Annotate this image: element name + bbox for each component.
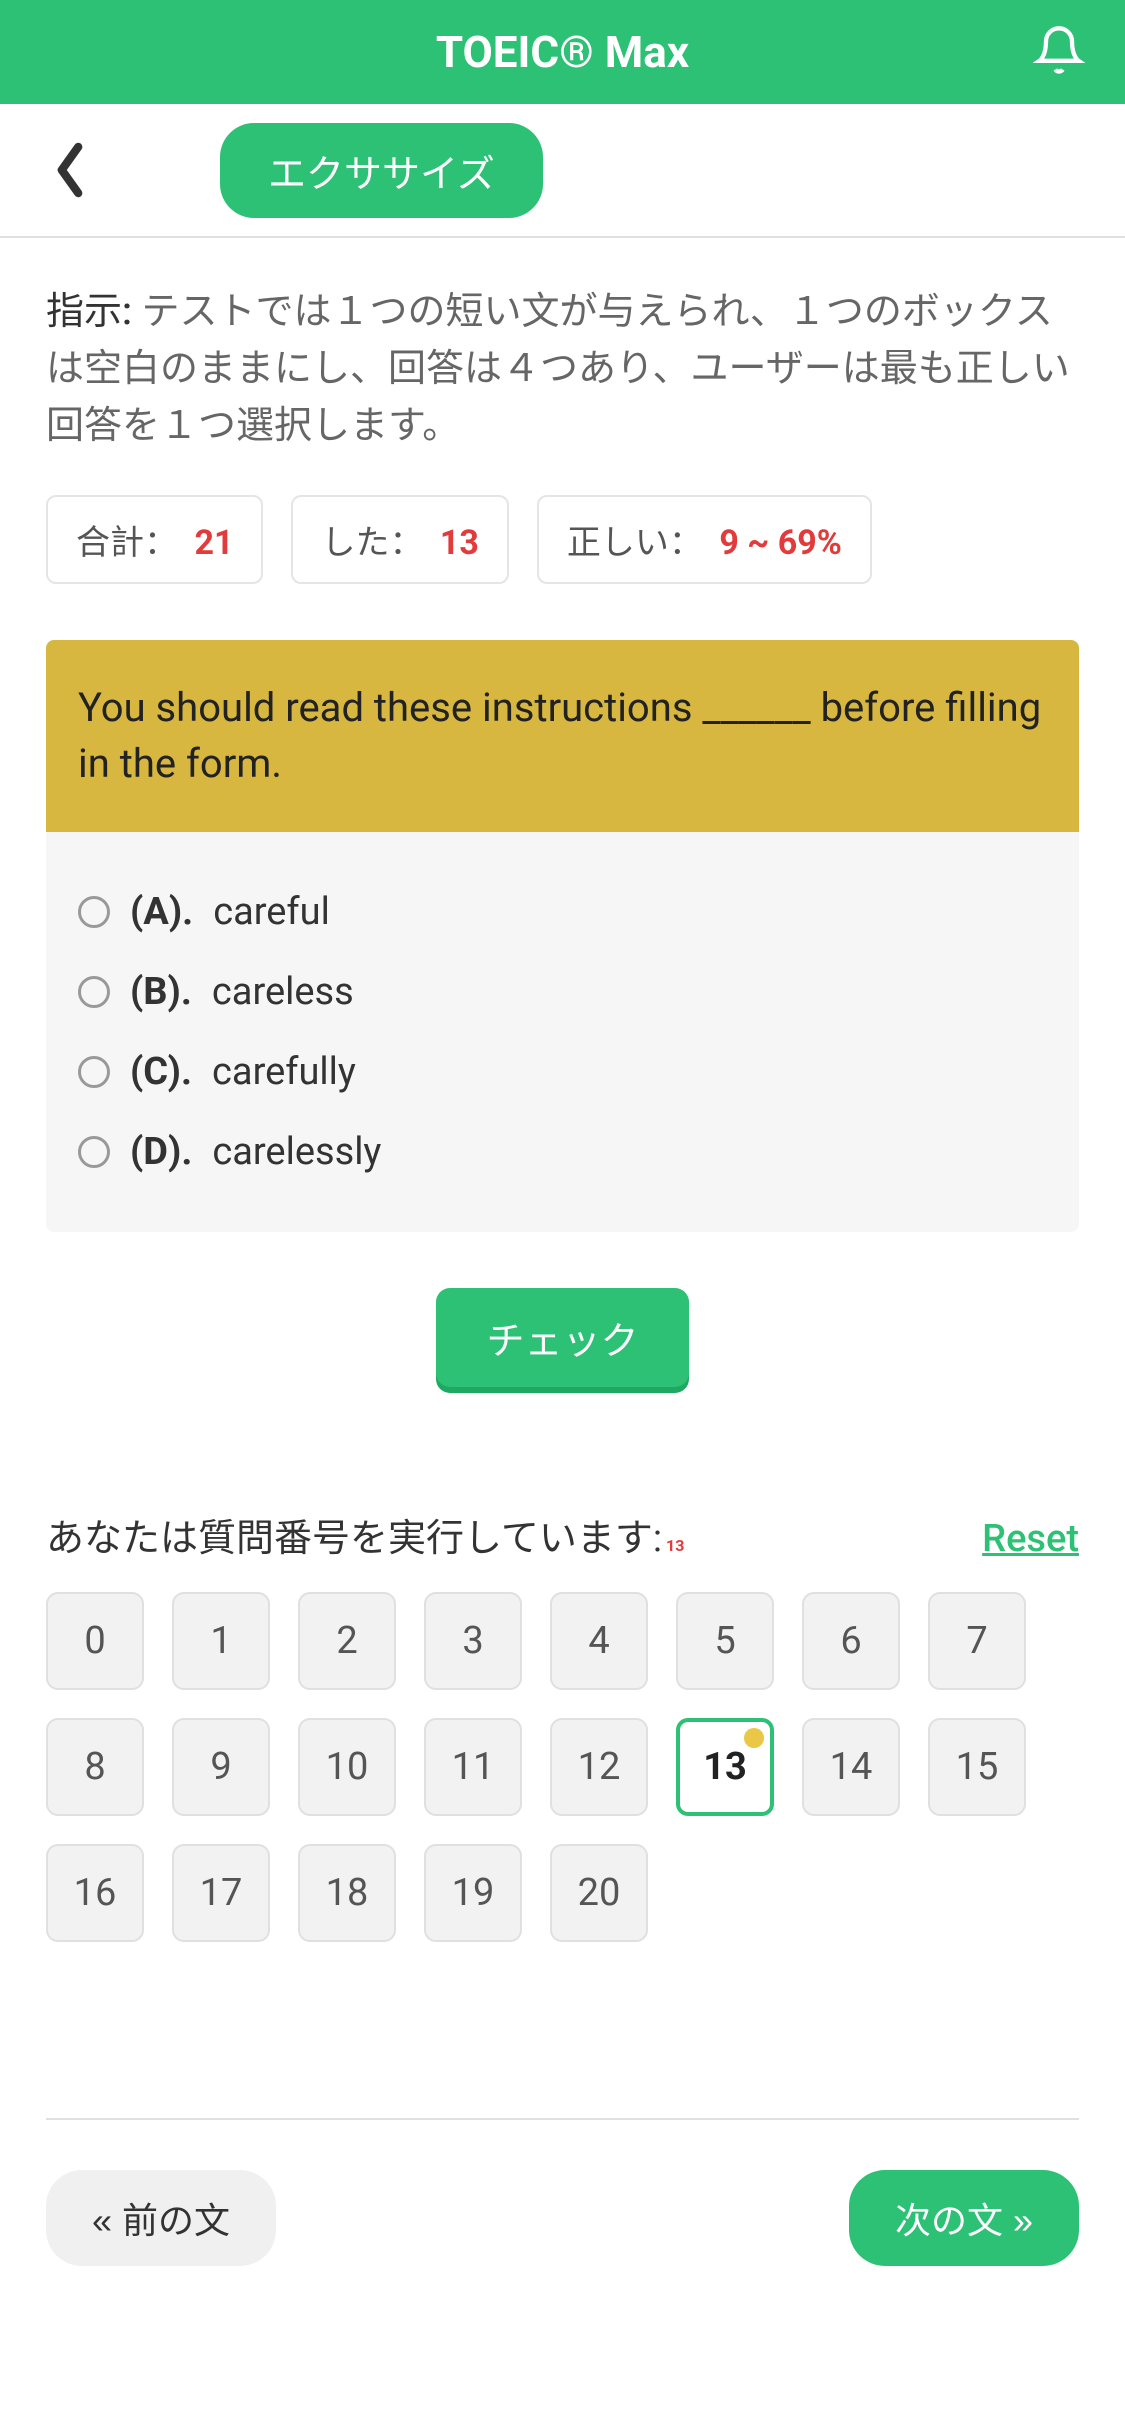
- stat-correct: 正しい： 9 ~ 69%: [537, 495, 872, 584]
- next-button[interactable]: 次の文 »: [849, 2170, 1079, 2266]
- number-box-12[interactable]: 12: [550, 1718, 648, 1816]
- answer-option-d[interactable]: (D). carelessly: [78, 1112, 1047, 1192]
- radio-icon: [78, 1056, 110, 1088]
- answer-letter: (B).: [130, 970, 192, 1014]
- nav-bar: エクササイズ: [0, 104, 1125, 238]
- number-box-16[interactable]: 16: [46, 1844, 144, 1942]
- back-icon[interactable]: [50, 137, 90, 203]
- question-number-label: あなたは質問番号を実行しています:: [46, 1517, 662, 1561]
- answer-option-c[interactable]: (C). carefully: [78, 1032, 1047, 1112]
- main-content: 指示: テストでは１つの短い文が与えられ、１つのボックスは空白のままにし、回答は…: [0, 238, 1125, 2312]
- question-number-current: 13: [666, 1536, 684, 1555]
- number-box-9[interactable]: 9: [172, 1718, 270, 1816]
- bottom-nav: « 前の文 次の文 »: [46, 2118, 1079, 2266]
- instructions-body: テストでは１つの短い文が与えられ、１つのボックスは空白のままにし、回答は４つあり…: [46, 290, 1070, 448]
- answer-text: carelessly: [212, 1130, 381, 1174]
- number-box-20[interactable]: 20: [550, 1844, 648, 1942]
- app-header: TOEIC® Max: [0, 0, 1125, 104]
- number-box-3[interactable]: 3: [424, 1592, 522, 1690]
- answer-option-b[interactable]: (B). careless: [78, 952, 1047, 1032]
- number-box-17[interactable]: 17: [172, 1844, 270, 1942]
- question-container: You should read these instructions _____…: [46, 640, 1079, 1232]
- number-box-14[interactable]: 14: [802, 1718, 900, 1816]
- answer-letter: (C).: [130, 1050, 192, 1094]
- number-box-2[interactable]: 2: [298, 1592, 396, 1690]
- prev-button[interactable]: « 前の文: [46, 2170, 276, 2266]
- radio-icon: [78, 896, 110, 928]
- number-box-15[interactable]: 15: [928, 1718, 1026, 1816]
- exercise-button[interactable]: エクササイズ: [220, 123, 543, 218]
- number-grid: 01234567891011121314151617181920: [46, 1592, 1079, 1942]
- stats-row: 合計： 21 した： 13 正しい： 9 ~ 69%: [46, 495, 1079, 584]
- number-box-10[interactable]: 10: [298, 1718, 396, 1816]
- radio-icon: [78, 1136, 110, 1168]
- stat-correct-value: 9 ~ 69%: [719, 523, 842, 563]
- number-box-8[interactable]: 8: [46, 1718, 144, 1816]
- question-number-label-wrap: あなたは質問番号を実行しています: 13: [46, 1507, 684, 1562]
- question-number-section: あなたは質問番号を実行しています: 13 Reset 0123456789101…: [46, 1507, 1079, 1942]
- instructions-label: 指示:: [46, 290, 132, 334]
- number-box-1[interactable]: 1: [172, 1592, 270, 1690]
- check-button[interactable]: チェック: [436, 1288, 688, 1387]
- number-box-18[interactable]: 18: [298, 1844, 396, 1942]
- answer-text: careless: [212, 970, 354, 1014]
- notification-bell-icon[interactable]: [1033, 24, 1085, 80]
- number-box-5[interactable]: 5: [676, 1592, 774, 1690]
- stat-correct-label: 正しい：: [567, 523, 703, 563]
- stat-done: した： 13: [291, 495, 508, 584]
- answer-letter: (A).: [130, 890, 193, 934]
- question-text: You should read these instructions _____…: [46, 640, 1079, 832]
- answers-list: (A). careful (B). careless (C). carefull…: [46, 832, 1079, 1232]
- number-box-13[interactable]: 13: [676, 1718, 774, 1816]
- stat-total-value: 21: [194, 523, 233, 563]
- answer-option-a[interactable]: (A). careful: [78, 872, 1047, 952]
- number-box-6[interactable]: 6: [802, 1592, 900, 1690]
- number-box-0[interactable]: 0: [46, 1592, 144, 1690]
- number-box-4[interactable]: 4: [550, 1592, 648, 1690]
- answer-letter: (D).: [130, 1130, 192, 1174]
- number-box-7[interactable]: 7: [928, 1592, 1026, 1690]
- reset-link[interactable]: Reset: [982, 1517, 1079, 1561]
- instructions-text: 指示: テストでは１つの短い文が与えられ、１つのボックスは空白のままにし、回答は…: [46, 284, 1079, 455]
- stat-done-value: 13: [440, 523, 479, 563]
- radio-icon: [78, 976, 110, 1008]
- app-title: TOEIC® Max: [436, 26, 689, 78]
- stat-total-label: 合計：: [76, 523, 178, 563]
- question-number-header: あなたは質問番号を実行しています: 13 Reset: [46, 1507, 1079, 1562]
- number-box-11[interactable]: 11: [424, 1718, 522, 1816]
- stat-done-label: した：: [321, 523, 423, 563]
- stat-total: 合計： 21: [46, 495, 263, 584]
- answer-text: careful: [213, 890, 330, 934]
- answer-text: carefully: [212, 1050, 356, 1094]
- number-box-19[interactable]: 19: [424, 1844, 522, 1942]
